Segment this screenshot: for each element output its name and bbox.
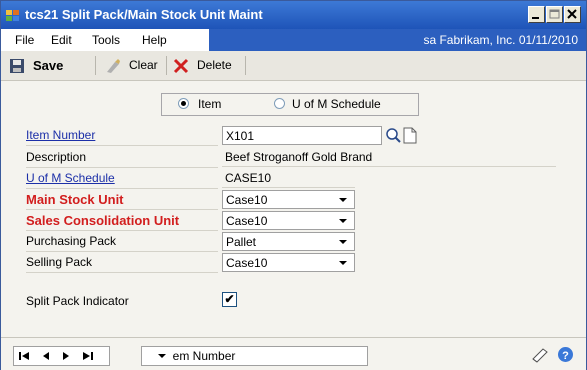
menu-file[interactable]: File xyxy=(15,33,34,47)
app-icon xyxy=(6,10,19,21)
toolbar-separator xyxy=(95,56,96,75)
company-info-bar: sa Fabrikam, Inc. 01/11/2010 xyxy=(209,29,586,51)
selling-pack-value: Case10 xyxy=(226,256,268,270)
company-info: sa Fabrikam, Inc. 01/11/2010 xyxy=(423,33,578,47)
delete-button[interactable]: Delete xyxy=(197,58,232,72)
lookup-icon[interactable] xyxy=(385,127,402,144)
selling-pack-select[interactable]: Case10 xyxy=(222,253,355,272)
toolbar-separator xyxy=(166,56,167,75)
chevron-down-icon[interactable] xyxy=(331,233,354,250)
uofm-schedule-radio[interactable] xyxy=(274,98,285,109)
uofm-schedule-label[interactable]: U of M Schedule xyxy=(26,169,218,189)
window: tcs21 Split Pack/Main Stock Unit Maint F… xyxy=(0,0,587,370)
selling-pack-label: Selling Pack xyxy=(26,253,218,273)
sales-consolidation-select[interactable]: Case10 xyxy=(222,211,355,230)
previous-record-icon[interactable] xyxy=(42,351,50,361)
first-record-icon[interactable] xyxy=(19,351,30,361)
last-record-icon[interactable] xyxy=(82,351,93,361)
main-stock-unit-select[interactable]: Case10 xyxy=(222,190,355,209)
menu-bar: File Edit Tools Help sa Fabrikam, Inc. 0… xyxy=(1,29,586,51)
purchasing-pack-select[interactable]: Pallet xyxy=(222,232,355,251)
checkmark-icon: ✔ xyxy=(224,292,235,306)
window-title: tcs21 Split Pack/Main Stock Unit Maint xyxy=(25,7,263,22)
record-navigator xyxy=(13,346,110,366)
bottom-bar: by Item Number ? xyxy=(1,337,586,370)
chevron-down-icon[interactable] xyxy=(150,347,173,364)
maximize-icon xyxy=(549,9,560,19)
close-button[interactable] xyxy=(564,6,581,23)
title-bar[interactable]: tcs21 Split Pack/Main Stock Unit Maint xyxy=(1,1,586,29)
item-number-input[interactable]: X101 xyxy=(222,126,382,145)
toolbar-separator xyxy=(245,56,246,75)
svg-text:?: ? xyxy=(562,350,569,362)
delete-icon xyxy=(173,58,189,74)
save-icon xyxy=(10,59,24,73)
new-document-icon[interactable] xyxy=(403,127,417,144)
close-icon xyxy=(567,9,577,19)
note-icon[interactable] xyxy=(531,347,549,363)
minimize-button[interactable] xyxy=(528,6,545,23)
chevron-down-icon[interactable] xyxy=(331,191,354,208)
main-stock-unit-label: Main Stock Unit xyxy=(26,190,218,210)
save-button[interactable]: Save xyxy=(33,58,63,73)
menu-tools[interactable]: Tools xyxy=(92,33,120,47)
purchasing-pack-value: Pallet xyxy=(226,235,257,249)
sales-consolidation-value: Case10 xyxy=(226,214,268,228)
chevron-down-icon[interactable] xyxy=(331,254,354,271)
split-pack-checkbox[interactable]: ✔ xyxy=(222,292,237,307)
description-value: Beef Stroganoff Gold Brand xyxy=(222,148,556,167)
sort-order-select[interactable]: by Item Number xyxy=(141,346,368,366)
clear-button[interactable]: Clear xyxy=(129,58,158,72)
purchasing-pack-label: Purchasing Pack xyxy=(26,232,218,252)
maximize-button[interactable] xyxy=(546,6,563,23)
chevron-down-icon[interactable] xyxy=(331,212,354,229)
item-radio-label[interactable]: Item xyxy=(198,97,221,111)
view-mode-group: Item U of M Schedule xyxy=(161,93,419,116)
uofm-schedule-radio-label[interactable]: U of M Schedule xyxy=(292,97,381,111)
menu-help[interactable]: Help xyxy=(142,33,167,47)
menu-edit[interactable]: Edit xyxy=(51,33,72,47)
item-number-label[interactable]: Item Number xyxy=(26,126,218,146)
minimize-icon xyxy=(532,17,539,19)
help-icon[interactable]: ? xyxy=(557,346,574,363)
clear-icon xyxy=(107,59,120,73)
main-stock-unit-value: Case10 xyxy=(226,193,268,207)
uofm-schedule-value: CASE10 xyxy=(222,169,355,188)
item-number-value: X101 xyxy=(226,129,255,143)
description-label: Description xyxy=(26,148,218,168)
sales-consolidation-label: Sales Consolidation Unit xyxy=(26,211,218,231)
item-radio[interactable] xyxy=(178,98,189,109)
menu-list: File Edit Tools Help xyxy=(1,29,209,51)
split-pack-label: Split Pack Indicator xyxy=(26,294,129,308)
toolbar: Save Clear Delete xyxy=(1,51,586,81)
form-area: Item U of M Schedule Item Number X101 De… xyxy=(1,81,586,336)
next-record-icon[interactable] xyxy=(62,351,70,361)
